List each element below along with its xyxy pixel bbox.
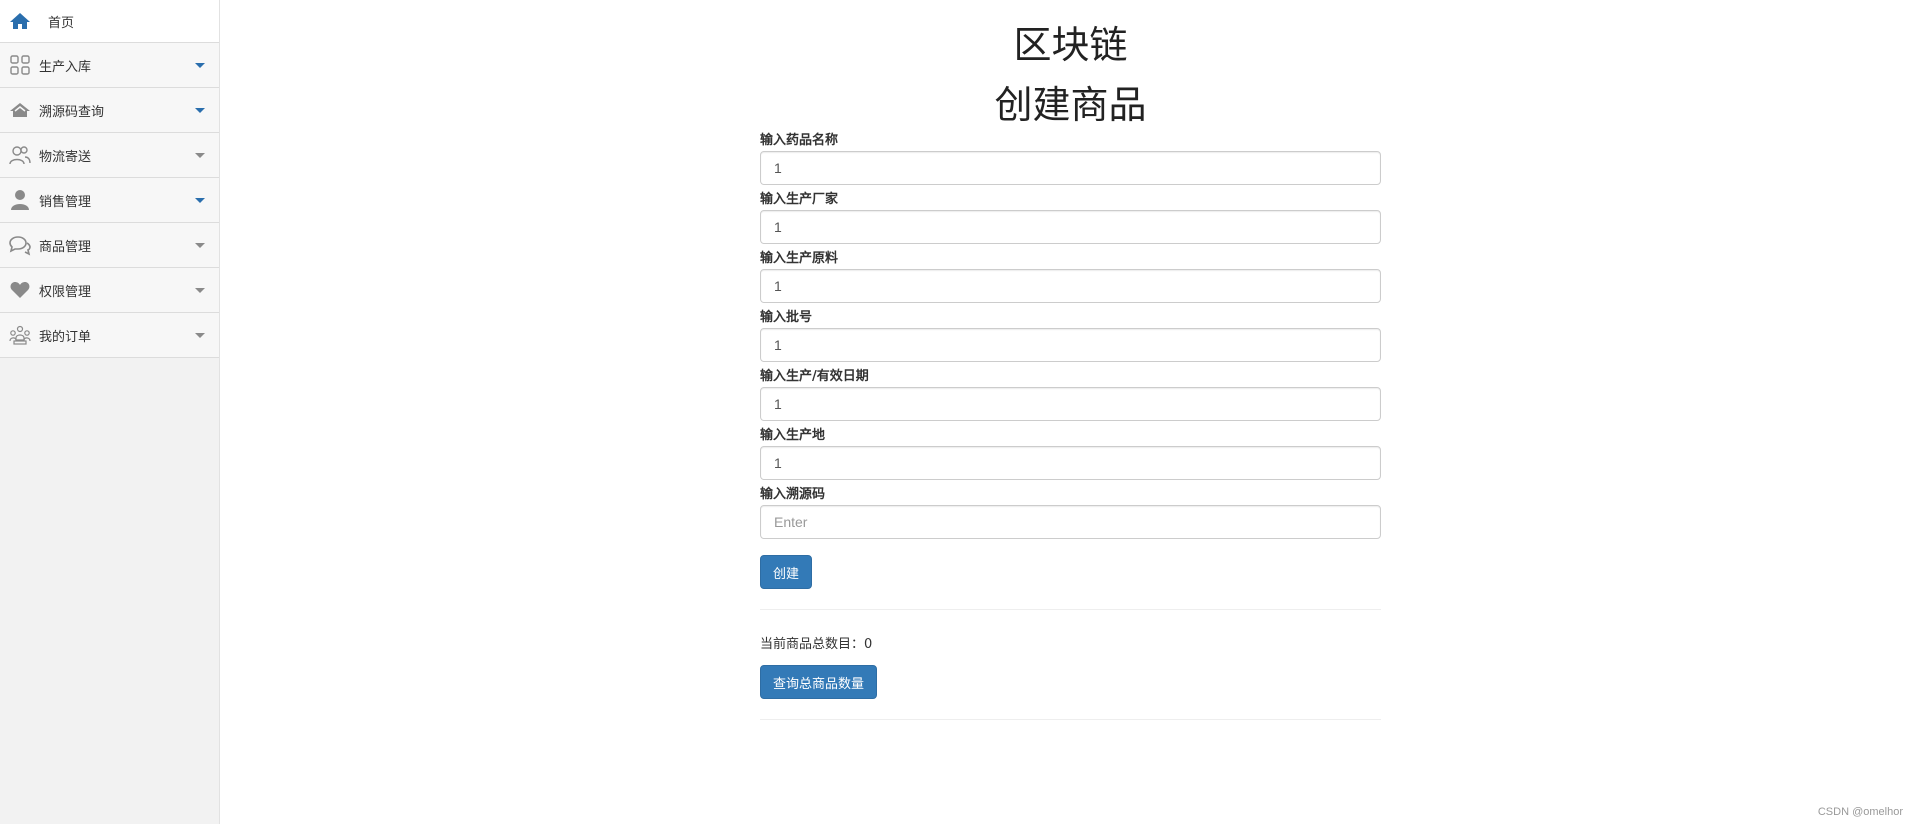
create-button[interactable]: 创建 bbox=[760, 555, 813, 589]
team-icon bbox=[9, 324, 31, 346]
home-icon bbox=[9, 10, 31, 32]
page-subtitle: 创建商品 bbox=[994, 83, 1147, 127]
date-input[interactable] bbox=[760, 387, 1381, 421]
sidebar: 首页 生产入库 溯源码查询 物流寄送 销售管理 商品管理 权限管理 我的订单 bbox=[0, 0, 220, 824]
sidebar-item-home[interactable]: 首页 bbox=[0, 0, 219, 43]
chevron-down-icon bbox=[195, 63, 205, 68]
origin-label: 输入生产地 bbox=[760, 428, 826, 443]
users-icon bbox=[9, 144, 31, 166]
sidebar-item-label: 我的订单 bbox=[39, 329, 92, 345]
divider bbox=[760, 609, 1381, 610]
sidebar-item-label: 物流寄送 bbox=[39, 149, 92, 165]
query-total-button[interactable]: 查询总商品数量 bbox=[760, 665, 878, 699]
sidebar-item-label: 权限管理 bbox=[39, 284, 92, 300]
chat-icon bbox=[9, 234, 31, 256]
count-value: 0 bbox=[864, 637, 873, 652]
drug-name-input[interactable] bbox=[760, 151, 1381, 185]
sidebar-item-trace-query[interactable]: 溯源码查询 bbox=[0, 88, 219, 133]
sidebar-item-production[interactable]: 生产入库 bbox=[0, 43, 219, 88]
manufacturer-label: 输入生产厂家 bbox=[760, 192, 839, 207]
sidebar-item-products[interactable]: 商品管理 bbox=[0, 223, 219, 268]
count-label: 当前商品总数目： bbox=[760, 637, 865, 652]
watermark: CSDN @omelhor bbox=[1817, 806, 1903, 818]
heart-icon bbox=[9, 279, 31, 301]
chevron-down-icon bbox=[195, 198, 205, 203]
sidebar-item-label: 销售管理 bbox=[39, 194, 92, 210]
sidebar-item-logistics[interactable]: 物流寄送 bbox=[0, 133, 219, 178]
house-outline-icon bbox=[9, 99, 31, 121]
raw-material-label: 输入生产原料 bbox=[760, 251, 839, 266]
sidebar-item-label: 溯源码查询 bbox=[39, 104, 105, 120]
main-content: 区块链 创建商品 输入药品名称 输入生产厂家 输入生产原料 输入批号 输入生产/… bbox=[220, 0, 1918, 824]
sidebar-item-orders[interactable]: 我的订单 bbox=[0, 313, 219, 358]
chevron-down-icon bbox=[195, 153, 205, 158]
origin-input[interactable] bbox=[760, 446, 1381, 480]
divider bbox=[760, 719, 1381, 720]
trace-code-input[interactable] bbox=[760, 505, 1381, 539]
chevron-down-icon bbox=[195, 333, 205, 338]
raw-material-input[interactable] bbox=[760, 269, 1381, 303]
grid-icon bbox=[9, 54, 31, 76]
sidebar-item-sales[interactable]: 销售管理 bbox=[0, 178, 219, 223]
user-icon bbox=[9, 189, 31, 211]
drug-name-label: 输入药品名称 bbox=[760, 133, 839, 148]
chevron-down-icon bbox=[195, 108, 205, 113]
chevron-down-icon bbox=[195, 243, 205, 248]
page-title: 区块链 bbox=[1013, 23, 1128, 67]
sidebar-item-label: 商品管理 bbox=[39, 239, 92, 255]
batch-number-input[interactable] bbox=[760, 328, 1381, 362]
trace-code-label: 输入溯源码 bbox=[760, 487, 826, 502]
chevron-down-icon bbox=[195, 288, 205, 293]
sidebar-item-label: 首页 bbox=[48, 15, 75, 31]
manufacturer-input[interactable] bbox=[760, 210, 1381, 244]
batch-number-label: 输入批号 bbox=[760, 310, 813, 325]
date-label: 输入生产/有效日期 bbox=[760, 369, 869, 384]
product-count: 当前商品总数目：0 bbox=[760, 633, 872, 652]
sidebar-item-permissions[interactable]: 权限管理 bbox=[0, 268, 219, 313]
sidebar-item-label: 生产入库 bbox=[39, 59, 92, 75]
